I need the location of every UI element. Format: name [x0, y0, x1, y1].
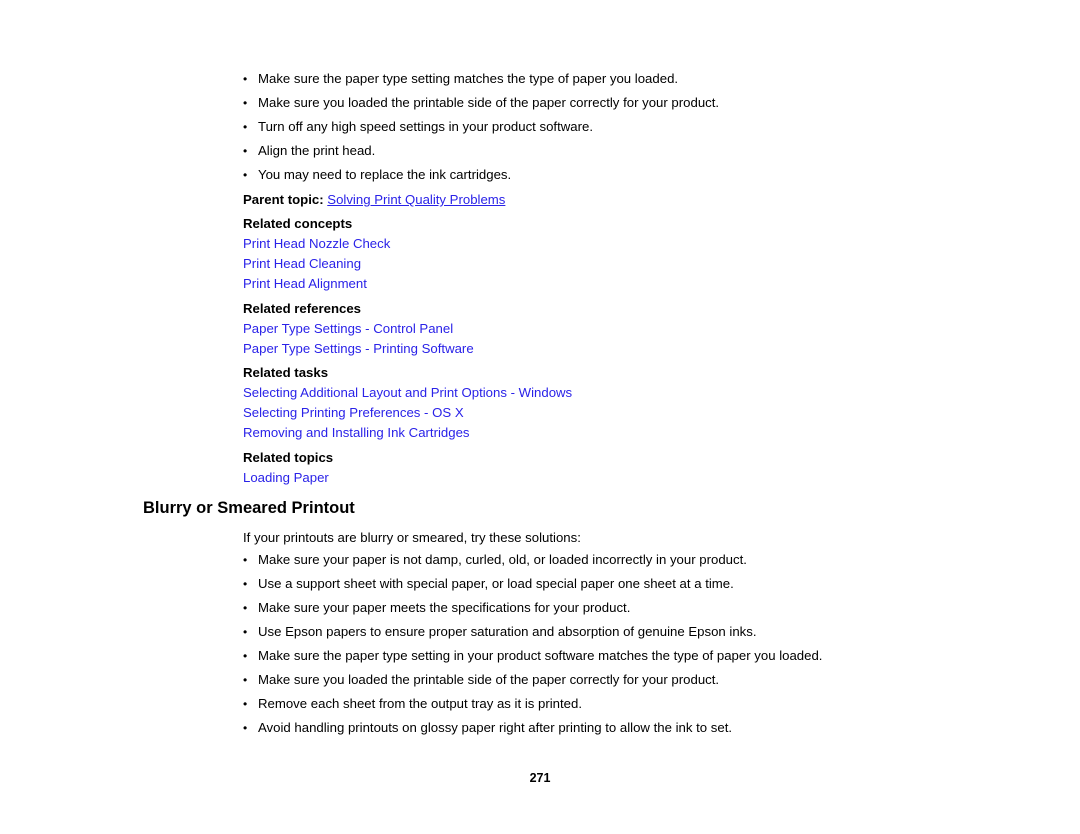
list-item: Remove each sheet from the output tray a… [243, 692, 943, 716]
related-references-link[interactable]: Paper Type Settings - Printing Software [243, 339, 474, 359]
list-item: Make sure the paper type setting matches… [243, 67, 943, 91]
related-concepts-block: Related concepts Print Head Nozzle Check… [243, 214, 390, 294]
related-topics-link[interactable]: Loading Paper [243, 468, 333, 488]
parent-topic-label: Parent topic: [243, 192, 324, 207]
list-item: Use Epson papers to ensure proper satura… [243, 620, 943, 644]
related-concepts-link[interactable]: Print Head Cleaning [243, 254, 390, 274]
list-item: Make sure your paper meets the specifica… [243, 596, 943, 620]
related-concepts-heading: Related concepts [243, 216, 353, 231]
list-item: Make sure your paper is not damp, curled… [243, 548, 943, 572]
list-item: Avoid handling printouts on glossy paper… [243, 716, 943, 740]
related-topics-heading: Related topics [243, 450, 334, 465]
related-concepts-link[interactable]: Print Head Nozzle Check [243, 234, 390, 254]
parent-topic: Parent topic: Solving Print Quality Prob… [243, 190, 505, 210]
page-number: 271 [529, 771, 551, 785]
related-tasks-link[interactable]: Selecting Printing Preferences - OS X [243, 403, 572, 423]
list-item: Use a support sheet with special paper, … [243, 572, 943, 596]
related-references-heading: Related references [243, 301, 362, 316]
related-concepts-link[interactable]: Print Head Alignment [243, 274, 390, 294]
related-topics-block: Related topics Loading Paper [243, 448, 333, 488]
list-item: Turn off any high speed settings in your… [243, 115, 943, 139]
section-intro-text: If your printouts are blurry or smeared,… [243, 530, 581, 545]
related-tasks-heading: Related tasks [243, 365, 329, 380]
top-solutions-list: Make sure the paper type setting matches… [243, 67, 943, 187]
document-page: Make sure the paper type setting matches… [0, 0, 1080, 834]
page-title: Blurry or Smeared Printout [143, 499, 355, 517]
list-item: Make sure the paper type setting in your… [243, 644, 943, 668]
blurry-solutions-list: Make sure your paper is not damp, curled… [243, 548, 943, 740]
related-tasks-link[interactable]: Selecting Additional Layout and Print Op… [243, 383, 572, 403]
parent-topic-link[interactable]: Solving Print Quality Problems [327, 192, 505, 207]
list-item: Make sure you loaded the printable side … [243, 91, 943, 115]
related-references-link[interactable]: Paper Type Settings - Control Panel [243, 319, 474, 339]
related-references-block: Related references Paper Type Settings -… [243, 299, 474, 359]
list-item: You may need to replace the ink cartridg… [243, 163, 943, 187]
related-tasks-link[interactable]: Removing and Installing Ink Cartridges [243, 423, 572, 443]
list-item: Make sure you loaded the printable side … [243, 668, 943, 692]
related-tasks-block: Related tasks Selecting Additional Layou… [243, 363, 572, 443]
list-item: Align the print head. [243, 139, 943, 163]
